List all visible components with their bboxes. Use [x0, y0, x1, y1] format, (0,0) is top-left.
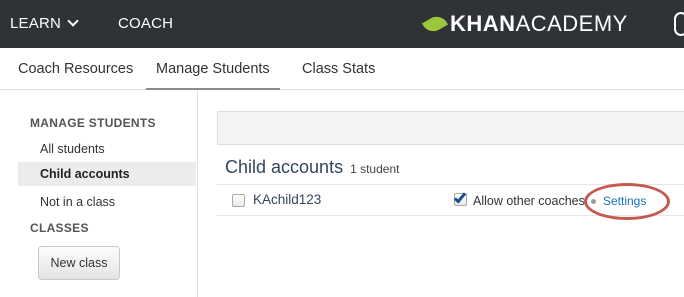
checkmark-icon — [453, 190, 467, 204]
learn-label: LEARN — [10, 15, 62, 32]
sidebar-header-manage-students: MANAGE STUDENTS — [30, 116, 156, 130]
sidebar-item-not-in-a-class[interactable]: Not in a class — [18, 190, 196, 214]
coach-link[interactable]: COACH — [118, 0, 173, 48]
student-name-link[interactable]: KAchild123 — [253, 192, 321, 207]
tab-class-stats[interactable]: Class Stats — [302, 48, 375, 90]
page-title: Child accounts 1 student — [225, 157, 399, 178]
annotation-circle — [584, 183, 670, 220]
tab-coach-resources[interactable]: Coach Resources — [18, 48, 133, 90]
leaf-icon — [421, 12, 449, 36]
coach-subnav: Coach Resources Manage Students Class St… — [0, 48, 684, 90]
sidebar-item-child-accounts[interactable]: Child accounts — [18, 162, 196, 186]
chevron-down-icon — [67, 15, 79, 27]
heading-title: Child accounts — [225, 157, 344, 177]
khan-academy-logo[interactable]: KHAN ACADEMY — [421, 10, 628, 38]
logo-text-bold: KHAN — [450, 11, 516, 36]
tab-manage-students[interactable]: Manage Students — [146, 48, 280, 90]
sidebar-header-classes: CLASSES — [30, 221, 89, 235]
sidebar: MANAGE STUDENTS All students Child accou… — [18, 90, 198, 297]
student-count: 1 student — [350, 162, 400, 176]
filter-bar[interactable] — [217, 111, 684, 145]
avatar[interactable] — [674, 12, 684, 36]
allow-other-coaches-checkbox[interactable] — [453, 190, 467, 206]
logo-text-rest: ACADEMY — [515, 11, 628, 36]
new-class-button[interactable]: New class — [38, 246, 120, 280]
allow-other-coaches-label: Allow other coaches — [473, 194, 585, 208]
learn-menu[interactable]: LEARN — [10, 0, 79, 48]
select-student-checkbox[interactable] — [232, 194, 245, 207]
sidebar-item-all-students[interactable]: All students — [18, 137, 196, 161]
top-navigation-bar: LEARN COACH KHAN ACADEMY — [0, 0, 684, 48]
